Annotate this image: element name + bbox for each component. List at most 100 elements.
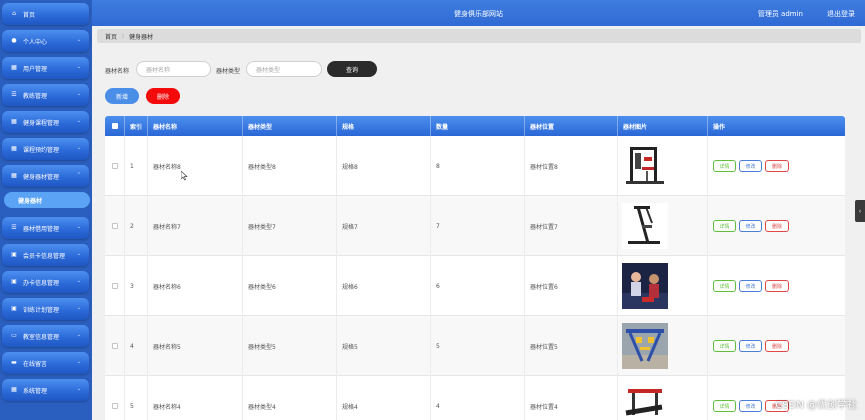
grid-icon: ▦ bbox=[11, 118, 17, 125]
search-button[interactable]: 查询 bbox=[327, 61, 377, 77]
sidebar-item-system[interactable]: ▦ 系统管理 ⌄ bbox=[2, 379, 89, 401]
delete-button[interactable]: 删除 bbox=[146, 88, 180, 104]
top-header: 健身俱乐部网站 管理员 admin 退出登录 bbox=[92, 0, 865, 26]
edit-button[interactable]: 修改 bbox=[739, 400, 762, 412]
grid-icon: ▦ bbox=[11, 145, 17, 152]
sidebar-item-messages[interactable]: ▬ 在线留言 ⌄ bbox=[2, 352, 89, 374]
sidebar-subitem-equipment[interactable]: 健身器材 bbox=[4, 192, 90, 208]
cell-location: 器材位置6 bbox=[525, 256, 618, 316]
cell-spec: 规格7 bbox=[337, 196, 431, 256]
cell-spec: 规格5 bbox=[337, 316, 431, 376]
detail-button[interactable]: 详情 bbox=[713, 160, 736, 172]
row-select-cell bbox=[105, 256, 125, 316]
row-checkbox[interactable] bbox=[111, 283, 118, 289]
row-checkbox[interactable] bbox=[111, 163, 118, 169]
select-all-checkbox[interactable] bbox=[111, 123, 118, 129]
detail-button[interactable]: 详情 bbox=[713, 340, 736, 352]
row-delete-button[interactable]: 删除 bbox=[765, 160, 789, 172]
person-icon: ● bbox=[11, 37, 17, 44]
mouse-cursor-icon bbox=[181, 171, 188, 181]
sidebar-item-courses[interactable]: ▦ 健身课程管理 ⌄ bbox=[2, 111, 89, 133]
chevron-down-icon: ⌄ bbox=[76, 251, 81, 257]
row-delete-button[interactable]: 删除 bbox=[765, 280, 789, 292]
sidebar-item-coaches[interactable]: ☰ 教练管理 ⌄ bbox=[2, 84, 89, 106]
cell-location: 器材位置5 bbox=[525, 316, 618, 376]
cell-quantity: 4 bbox=[431, 376, 525, 420]
screen-icon: ▭ bbox=[11, 332, 17, 339]
list-icon: ☰ bbox=[11, 224, 17, 231]
column-header-spec: 规格 bbox=[337, 116, 431, 136]
edit-button[interactable]: 修改 bbox=[739, 220, 762, 232]
cell-spec: 规格4 bbox=[337, 376, 431, 420]
equipment-image-outdoor[interactable] bbox=[622, 323, 668, 369]
equipment-image-fitness-photo[interactable] bbox=[622, 263, 668, 309]
sidebar-item-borrowing[interactable]: ☰ 器材借用管理 ⌄ bbox=[2, 217, 89, 239]
cell-type: 器材类型4 bbox=[243, 376, 337, 420]
cell-spec: 规格6 bbox=[337, 256, 431, 316]
detail-button[interactable]: 详情 bbox=[713, 280, 736, 292]
chevron-down-icon: ⌄ bbox=[76, 224, 81, 230]
message-icon: ▬ bbox=[11, 359, 17, 366]
sidebar-item-training-plans[interactable]: ▣ 训练计划管理 ⌄ bbox=[2, 298, 89, 320]
name-label: 器材名称 bbox=[105, 68, 130, 75]
equipment-table: 索引 器材名称 器材类型 规格 数量 器材位置 器材图片 操作 1 器材名称8 … bbox=[105, 116, 845, 420]
row-delete-button[interactable]: 删除 bbox=[765, 340, 789, 352]
sidebar-item-card-applications[interactable]: ▣ 办卡信息管理 ⌄ bbox=[2, 271, 89, 293]
row-checkbox[interactable] bbox=[111, 343, 118, 349]
current-user: 管理员 admin bbox=[757, 10, 803, 18]
row-select-cell bbox=[105, 196, 125, 256]
column-header-image: 器材图片 bbox=[618, 116, 708, 136]
edit-button[interactable]: 修改 bbox=[739, 160, 762, 172]
detail-button[interactable]: 详情 bbox=[713, 220, 736, 232]
cell-spec: 规格8 bbox=[337, 136, 431, 196]
table-row: 2 器材名称7 器材类型7 规格7 7 器材位置7 详情 修改 删除 bbox=[105, 196, 845, 256]
edit-button[interactable]: 修改 bbox=[739, 280, 762, 292]
sidebar-item-classrooms[interactable]: ▭ 教室信息管理 ⌄ bbox=[2, 325, 89, 347]
side-collapse-tab[interactable]: ‹ bbox=[855, 200, 865, 222]
sidebar-item-equipment[interactable]: ▦ 健身器材管理 ⌃ bbox=[2, 165, 89, 187]
detail-button[interactable]: 详情 bbox=[713, 400, 736, 412]
type-label: 器材类型 bbox=[216, 68, 241, 75]
logout-link[interactable]: 退出登录 bbox=[827, 9, 855, 19]
chevron-up-icon: ⌃ bbox=[76, 172, 81, 178]
sidebar-item-profile[interactable]: ● 个人中心 ⌄ bbox=[2, 30, 89, 52]
sidebar-item-membership-cards[interactable]: ▣ 会员卡信息管理 ⌄ bbox=[2, 244, 89, 266]
equipment-image-weight-bench[interactable] bbox=[622, 383, 668, 420]
equipment-image-ab-bench[interactable] bbox=[622, 203, 668, 249]
cell-index: 4 bbox=[125, 316, 148, 376]
breadcrumb-current: 健身器材 bbox=[128, 33, 153, 41]
column-header-actions: 操作 bbox=[713, 123, 726, 131]
sliders-icon: ☰ bbox=[11, 91, 17, 98]
name-search-input[interactable]: 器材名称 bbox=[136, 61, 211, 77]
cell-type: 器材类型8 bbox=[243, 136, 337, 196]
edit-button[interactable]: 修改 bbox=[739, 340, 762, 352]
sidebar-item-bookings[interactable]: ▦ 课程预约管理 ⌄ bbox=[2, 138, 89, 160]
column-header-quantity: 数量 bbox=[431, 116, 525, 136]
breadcrumb-home[interactable]: 首页 bbox=[105, 32, 117, 41]
chevron-left-icon: ‹ bbox=[858, 207, 862, 215]
site-title: 健身俱乐部网站 bbox=[454, 10, 503, 18]
cell-quantity: 5 bbox=[431, 316, 525, 376]
grid-icon: ▦ bbox=[11, 386, 17, 393]
breadcrumb: 首页 ⁝ 健身器材 bbox=[97, 29, 861, 43]
add-button[interactable]: 新增 bbox=[105, 88, 139, 104]
cell-name: 器材名称8 bbox=[148, 136, 243, 196]
grid-icon: ▦ bbox=[11, 172, 17, 179]
chevron-down-icon: ⌄ bbox=[76, 118, 81, 124]
cell-index: 5 bbox=[125, 376, 148, 420]
row-checkbox[interactable] bbox=[111, 403, 118, 409]
type-search-input[interactable]: 器材类型 bbox=[246, 61, 322, 77]
cell-quantity: 7 bbox=[431, 196, 525, 256]
table-header: 索引 器材名称 器材类型 规格 数量 器材位置 器材图片 操作 bbox=[105, 116, 845, 136]
table-row: 3 器材名称6 器材类型6 规格6 6 器材位置6 详情 修改 删除 bbox=[105, 256, 845, 316]
cell-location: 器材位置7 bbox=[525, 196, 618, 256]
sidebar-item-users[interactable]: ▦ 用户管理 ⌄ bbox=[2, 57, 89, 79]
row-checkbox[interactable] bbox=[111, 223, 118, 229]
row-delete-button[interactable]: 删除 bbox=[765, 220, 789, 232]
equipment-image-multi-gym[interactable] bbox=[622, 143, 668, 189]
chevron-down-icon: ⌄ bbox=[76, 359, 81, 365]
cell-name: 器材名称7 bbox=[148, 196, 243, 256]
sidebar: ⌂ 首页 ● 个人中心 ⌄ ▦ 用户管理 ⌄ ☰ 教练管理 ⌄ ▦ 健身课程管理 ⌄ ▦ 课程预约管… bbox=[0, 0, 92, 420]
sidebar-item-home[interactable]: ⌂ 首页 bbox=[2, 3, 89, 25]
chevron-down-icon: ⌄ bbox=[76, 305, 81, 311]
